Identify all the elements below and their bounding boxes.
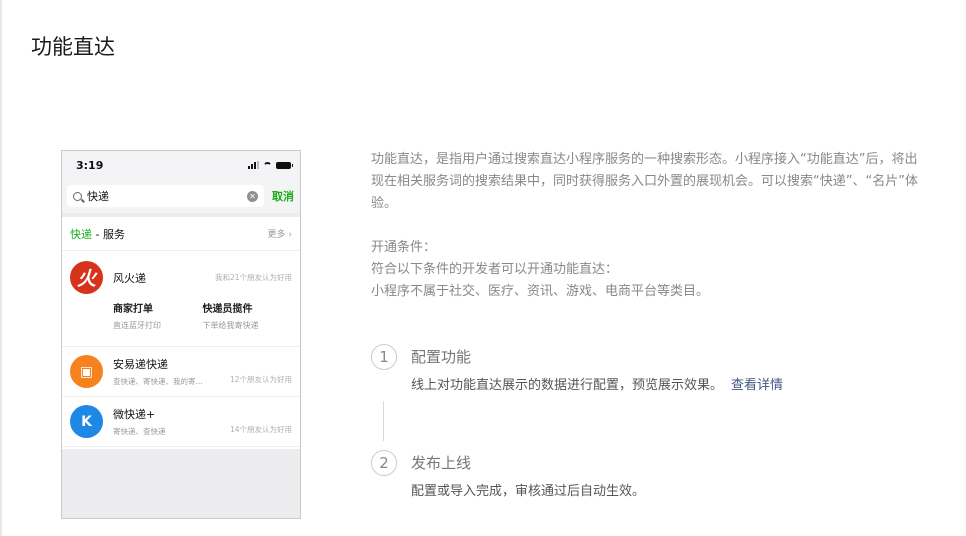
signal-icon <box>248 161 259 169</box>
service-action[interactable]: 商家打单 直连蓝牙打印 <box>113 300 203 331</box>
action-title: 商家打单 <box>113 304 153 315</box>
phone-mockup: 3:19 快递 ✕ 取消 快递 - 服务 更多 › 火 风火递 我和21个朋友认… <box>61 150 301 519</box>
k-icon: K <box>70 405 103 438</box>
action-title: 快递员揽件 <box>202 304 253 315</box>
item-meta: 14个朋友认为好用 <box>229 425 292 434</box>
item-meta: 12个朋友认为好用 <box>229 375 292 384</box>
step-number: 1 <box>371 344 397 370</box>
status-icons <box>248 161 293 169</box>
box-icon: ▣ <box>70 355 103 388</box>
step-desc-text: 线上对功能直达展示的数据进行配置，预览展示效果。 <box>411 378 724 393</box>
list-item[interactable]: ▣ 安易递快递 查快递、寄快递、我的寄... 12个朋友认为好用 <box>62 347 300 397</box>
section-keyword: 快递 <box>70 227 92 241</box>
search-results: 快递 - 服务 更多 › 火 风火递 我和21个朋友认为好用 商家打单 直连蓝牙… <box>62 217 300 449</box>
conditions-line: 符合以下条件的开发者可以开通功能直达： <box>371 262 619 277</box>
conditions-block: 开通条件： 符合以下条件的开发者可以开通功能直达： 小程序不属于社交、医疗、资讯… <box>371 237 921 303</box>
service-card[interactable]: 火 风火递 我和21个朋友认为好用 商家打单 直连蓝牙打印 快递员揽件 下单给我… <box>62 251 300 347</box>
page-left-border <box>0 0 2 536</box>
cancel-button[interactable]: 取消 <box>272 188 294 204</box>
conditions-line: 小程序不属于社交、医疗、资讯、游戏、电商平台等类目。 <box>371 284 710 299</box>
battery-icon <box>276 161 293 169</box>
page-title: 功能直达 <box>31 35 115 59</box>
section-title: 快递 - 服务 <box>70 226 125 242</box>
step-number: 2 <box>371 450 397 476</box>
action-desc: 下单给我寄快递 <box>202 321 259 330</box>
service-name: 风火递 <box>113 271 146 285</box>
step-connector <box>383 401 384 441</box>
view-details-link[interactable]: 查看详情 <box>731 378 783 393</box>
item-desc: 寄快递、查快递 <box>113 427 166 436</box>
fenghuodi-logo-icon: 火 <box>70 261 103 294</box>
item-desc: 查快递、寄快递、我的寄... <box>113 377 203 386</box>
status-bar: 3:19 <box>62 151 300 179</box>
step-title: 配置功能 <box>411 348 472 366</box>
clear-icon[interactable]: ✕ <box>247 190 258 202</box>
step-desc: 线上对功能直达展示的数据进行配置，预览展示效果。 查看详情 <box>411 374 783 393</box>
wifi-icon <box>263 161 272 169</box>
more-link[interactable]: 更多 › <box>268 227 292 240</box>
step-title: 发布上线 <box>411 454 472 472</box>
service-action[interactable]: 快递员揽件 下单给我寄快递 <box>203 300 293 331</box>
step-desc: 配置或导入完成，审核通过后自动生效。 <box>411 484 646 499</box>
intro-paragraph: 功能直达，是指用户通过搜索直达小程序服务的一种搜索形态。小程序接入“功能直达”后… <box>371 152 918 211</box>
service-meta: 我和21个朋友认为好用 <box>214 273 292 282</box>
status-time: 3:19 <box>76 158 104 172</box>
search-input[interactable]: 快递 ✕ <box>67 185 264 207</box>
section-suffix: - 服务 <box>92 227 125 241</box>
conditions-heading: 开通条件： <box>371 240 437 255</box>
action-desc: 直连蓝牙打印 <box>113 321 161 330</box>
item-name: 安易递快递 <box>113 358 168 371</box>
search-query: 快递 <box>87 190 109 203</box>
service-section-header: 快递 - 服务 更多 › <box>62 217 300 251</box>
search-row: 快递 ✕ 取消 <box>62 179 300 213</box>
list-item[interactable]: K 微快递+ 寄快递、查快递 14个朋友认为好用 <box>62 397 300 447</box>
search-icon <box>73 191 82 201</box>
item-name: 微快递+ <box>113 408 156 421</box>
